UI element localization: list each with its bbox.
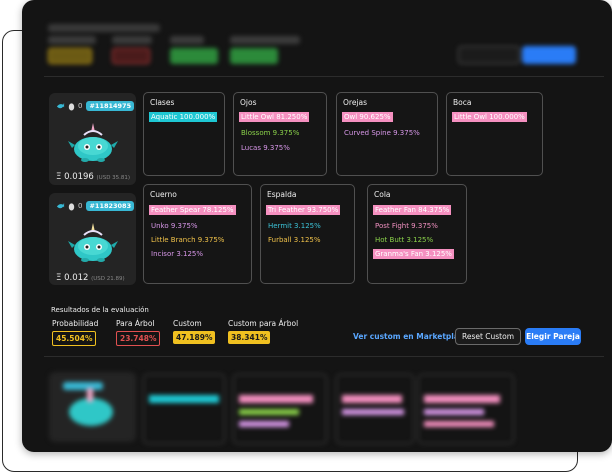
part-box-cuerno: Cuerno Feather Spear 78.125% Unko 9.375%…: [143, 184, 252, 284]
egg-icon: [68, 202, 75, 211]
part-item[interactable]: Furball 3.125%: [266, 235, 323, 245]
part-box-placeholder: [143, 374, 225, 444]
part-item[interactable]: Aquatic 100.000%: [149, 112, 218, 122]
header-value-placeholder: [230, 48, 278, 64]
part-item[interactable]: Little Branch 9.375%: [149, 235, 226, 245]
part-title: Orejas: [343, 98, 368, 107]
part-title: Cola: [374, 190, 391, 199]
axie-price: Ξ 0.012 (USD 21.89): [56, 273, 125, 283]
eth-price: 0.0196: [64, 172, 94, 182]
part-box-placeholder: [418, 374, 514, 444]
part-item[interactable]: Hot Butt 3.125%: [373, 235, 435, 245]
result-value-custom: 47.189%: [173, 331, 216, 344]
part-item[interactable]: Owl 90.625%: [342, 112, 393, 122]
aquatic-class-icon: [56, 102, 65, 108]
usd-price: (USD 35.81): [96, 175, 131, 181]
part-title: Clases: [150, 98, 175, 107]
axie-price: Ξ 0.0196 (USD 35.81): [56, 172, 130, 182]
result-value-custom-arbol: 38.341%: [228, 331, 271, 344]
reset-custom-button[interactable]: Reset Custom: [455, 328, 521, 345]
axie-card-header: 0 #11814975: [56, 101, 135, 111]
part-box-orejas: Orejas Owl 90.625% Curved Spine 9.375%: [336, 92, 438, 176]
part-item[interactable]: Little Owl 100.000%: [452, 112, 527, 122]
result-label-custom: Custom: [173, 319, 202, 328]
header-value-placeholder: [48, 48, 92, 64]
header-label-placeholder: [48, 36, 96, 44]
header-label-placeholder: [230, 36, 300, 44]
separator: [44, 76, 604, 77]
header-title-placeholder: [48, 24, 160, 32]
part-box-ojos: Ojos Little Owl 81.250% Blossom 9.375% L…: [233, 92, 327, 176]
app-window: 0 #11814975 Ξ 0.0196 (USD 35.81) 0 #1182…: [22, 0, 612, 452]
header-label-placeholder: [112, 36, 152, 44]
part-title: Boca: [453, 98, 472, 107]
part-item[interactable]: Curved Spine 9.375%: [342, 128, 422, 138]
part-item[interactable]: Hermit 3.125%: [266, 221, 323, 231]
aquatic-class-icon: [56, 202, 65, 208]
breed-count: 0: [78, 102, 83, 110]
part-item[interactable]: Feather Spear 78.125%: [149, 205, 236, 215]
usd-price: (USD 21.89): [91, 276, 125, 282]
part-box-placeholder: [233, 374, 327, 444]
header-button-placeholder[interactable]: [522, 46, 576, 64]
part-title: Ojos: [240, 98, 257, 107]
part-item[interactable]: Incisor 3.125%: [149, 249, 205, 259]
results-title: Resultados de la evaluación: [51, 306, 149, 314]
header-button-placeholder[interactable]: [458, 46, 520, 64]
axie-creature-image: [68, 223, 118, 262]
part-box-placeholder: [336, 374, 414, 444]
part-title: Cuerno: [150, 190, 177, 199]
result-label-para-arbol: Para Árbol: [116, 319, 155, 328]
part-item[interactable]: Tri Feather 93.750%: [266, 205, 341, 215]
header-label-placeholder: [170, 36, 204, 44]
marketplace-link[interactable]: Ver custom en Marketplace: [353, 332, 468, 341]
part-box-cola: Cola Feather Fan 84.375% Post Fight 9.37…: [367, 184, 467, 284]
part-item[interactable]: Granma's Fan 3.125%: [373, 249, 454, 259]
axie-id-badge[interactable]: #11823083: [86, 201, 135, 211]
eth-icon: Ξ: [56, 273, 65, 283]
result-value-para-arbol: 23.748%: [116, 331, 161, 346]
result-value-probabilidad: 45.504%: [52, 331, 97, 346]
separator: [44, 356, 604, 357]
part-item[interactable]: Unko 9.375%: [149, 221, 200, 231]
axie-card-header: 0 #11823083: [56, 201, 135, 211]
part-box-clases: Clases Aquatic 100.000%: [143, 92, 225, 176]
egg-icon: [68, 102, 75, 111]
axie-creature-image: [68, 123, 118, 162]
part-item[interactable]: Lucas 9.375%: [239, 143, 292, 153]
eth-price: 0.012: [64, 273, 89, 283]
axie-card-placeholder: [49, 372, 136, 442]
header-value-placeholder: [112, 48, 150, 64]
part-item[interactable]: Post Fight 9.375%: [373, 221, 440, 231]
part-item[interactable]: Blossom 9.375%: [239, 128, 301, 138]
axie-id-badge[interactable]: #11814975: [86, 101, 135, 111]
eth-icon: Ξ: [56, 172, 65, 182]
axie-card[interactable]: 0 #11814975 Ξ 0.0196 (USD 35.81): [49, 93, 136, 185]
result-label-probabilidad: Probabilidad: [52, 319, 99, 328]
header-value-placeholder: [170, 48, 218, 64]
axie-card[interactable]: 0 #11823083 Ξ 0.012 (USD 21.89): [49, 193, 136, 285]
part-box-boca: Boca Little Owl 100.000%: [446, 92, 543, 176]
choose-pair-button[interactable]: Elegir Pareja: [525, 328, 581, 345]
part-item[interactable]: Little Owl 81.250%: [239, 112, 310, 122]
part-box-espalda: Espalda Tri Feather 93.750% Hermit 3.125…: [260, 184, 355, 284]
result-label-custom-arbol: Custom para Árbol: [228, 319, 299, 328]
part-title: Espalda: [267, 190, 297, 199]
breed-count: 0: [78, 202, 83, 210]
part-item[interactable]: Feather Fan 84.375%: [373, 205, 452, 215]
